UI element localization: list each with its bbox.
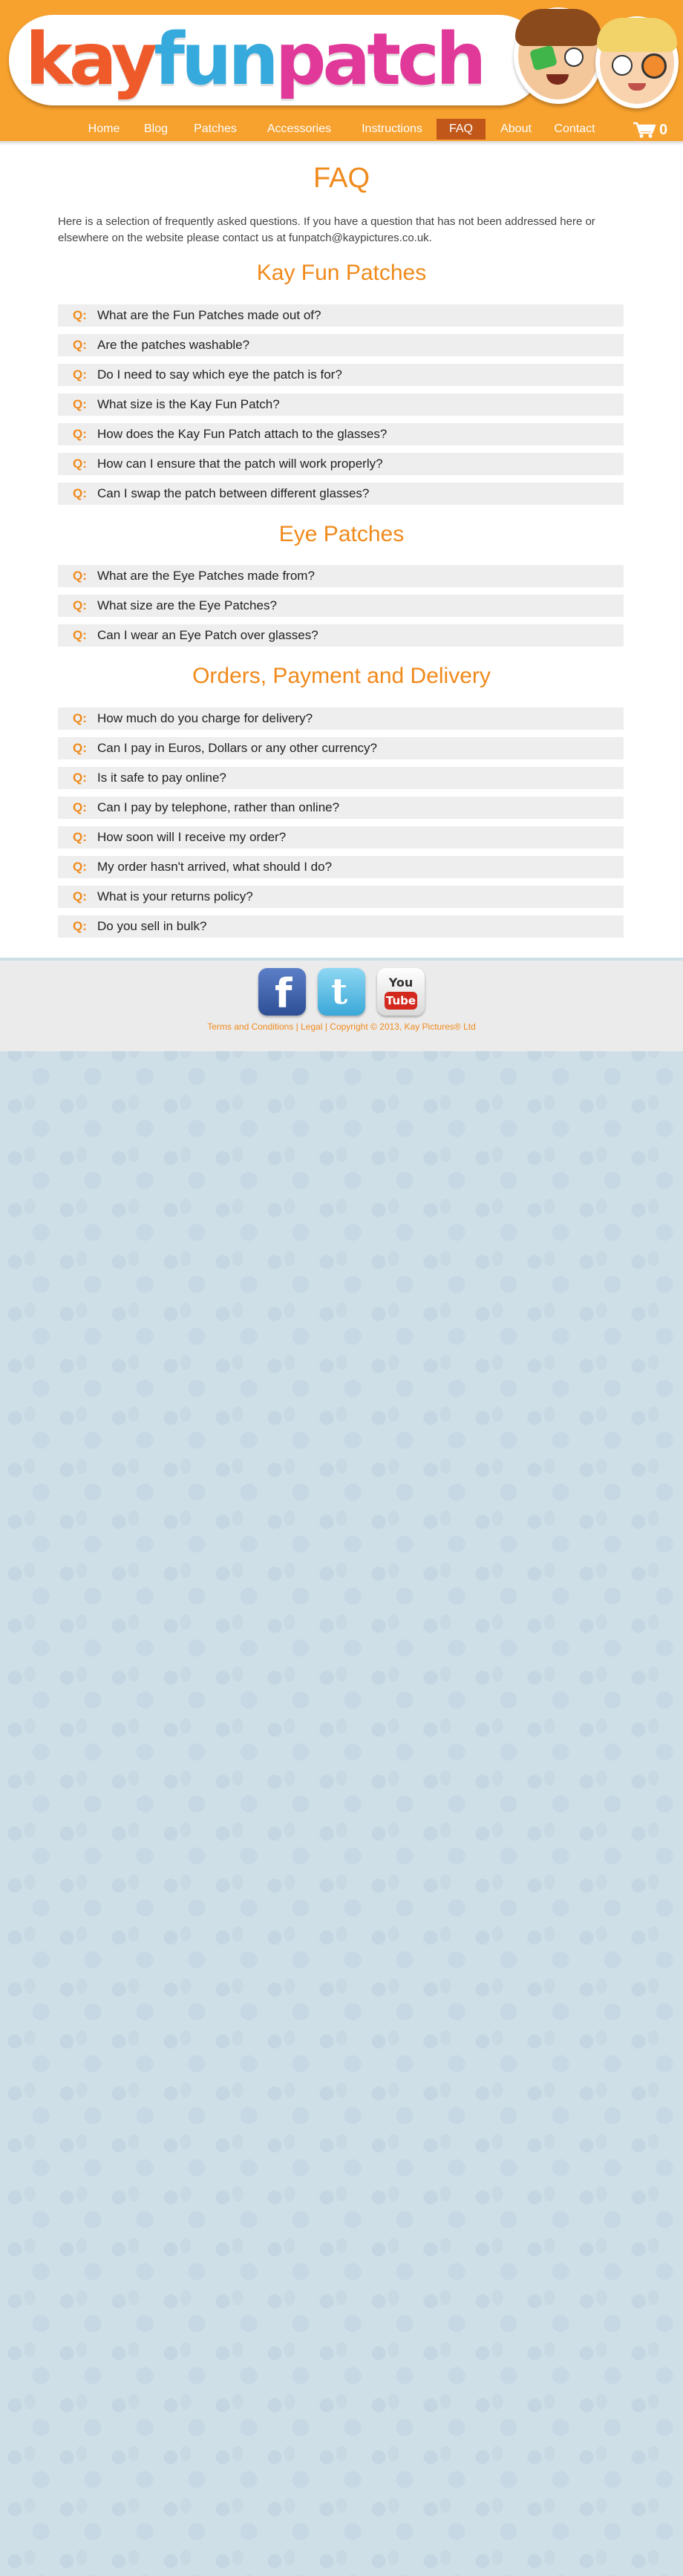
- logo-wordmark: kayfunpatch: [25, 22, 486, 97]
- faq-question: How can I ensure that the patch will wor…: [97, 457, 383, 471]
- faq-question: Can I pay by telephone, rather than onli…: [97, 800, 340, 814]
- facebook-icon: f: [275, 970, 293, 1017]
- faq-item[interactable]: Q: Can I pay in Euros, Dollars or any oth…: [58, 737, 624, 759]
- faq-question: How soon will I receive my order?: [97, 830, 287, 844]
- q-label: Q:: [73, 771, 87, 785]
- q-label: Q:: [73, 427, 87, 441]
- q-label: Q:: [73, 628, 87, 642]
- faq-item[interactable]: Q: Do you sell in bulk?: [58, 915, 624, 938]
- q-label: Q:: [73, 308, 87, 322]
- nav-home[interactable]: Home: [82, 119, 126, 140]
- q-label: Q:: [73, 741, 87, 755]
- faq-question: Do you sell in bulk?: [97, 919, 207, 933]
- faq-content: FAQ Here is a selection of frequently as…: [0, 141, 683, 958]
- faq-question: What are the Fun Patches made out of?: [97, 308, 321, 322]
- faq-item[interactable]: Q: Can I swap the patch between different…: [58, 483, 624, 505]
- site-logo[interactable]: kayfunpatch: [9, 6, 679, 111]
- q-label: Q:: [73, 860, 87, 874]
- header-shadow: [0, 141, 683, 146]
- main-nav: Home Blog Patches Accessories Instructio…: [0, 117, 683, 141]
- q-label: Q:: [73, 397, 87, 411]
- twitter-link[interactable]: t: [318, 968, 365, 1016]
- page-title: FAQ: [313, 163, 370, 194]
- faq-question: How does the Kay Fun Patch attach to the…: [97, 427, 388, 441]
- faq-question: What is your returns policy?: [97, 889, 253, 903]
- cart-count: 0: [659, 122, 668, 138]
- faq-question: My order hasn't arrived, what should I d…: [97, 860, 333, 874]
- nav-contact[interactable]: Contact: [546, 119, 603, 140]
- q-label: Q:: [73, 569, 87, 583]
- youtube-icon: You: [388, 975, 414, 990]
- faq-item[interactable]: Q: What are the Fun Patches made out of?: [58, 304, 624, 327]
- faq-item[interactable]: Q: What size are the Eye Patches?: [58, 595, 624, 617]
- faq-item[interactable]: Q: My order hasn't arrived, what should I…: [58, 856, 624, 878]
- q-label: Q:: [73, 457, 87, 471]
- nav-instructions[interactable]: Instructions: [355, 119, 429, 140]
- faq-question: Can I swap the patch between different g…: [97, 486, 370, 500]
- logo-patch: patch: [275, 18, 487, 101]
- faq-item[interactable]: Q: What are the Eye Patches made from?: [58, 565, 624, 587]
- faq-item[interactable]: Q: Do I need to say which eye the patch i…: [58, 364, 624, 386]
- logo-fun: fun: [154, 18, 278, 101]
- facebook-link[interactable]: f: [258, 968, 306, 1016]
- site-header: kayfunpatch Home Blog Patches Accessorie…: [0, 0, 683, 141]
- terms-link[interactable]: Terms and Conditions: [207, 1021, 293, 1032]
- q-label: Q:: [73, 711, 87, 725]
- faq-question: Can I pay in Euros, Dollars or any other…: [97, 741, 378, 755]
- site-footer: f t You Tube Terms and Conditions | Lega…: [0, 961, 683, 1051]
- faq-question: What size is the Kay Fun Patch?: [97, 397, 280, 411]
- youtube-link[interactable]: You Tube: [377, 968, 425, 1016]
- faq-item[interactable]: Q: Is it safe to pay online?: [58, 767, 624, 789]
- intro-text: Here is a selection of frequently asked …: [58, 215, 595, 244]
- footer-separator: |: [295, 1021, 298, 1032]
- boy-mascot-icon: [514, 7, 603, 104]
- q-label: Q:: [73, 800, 87, 814]
- faq-item[interactable]: Q: What size is the Kay Fun Patch?: [58, 393, 624, 416]
- logo-kay: kay: [25, 18, 157, 101]
- faq-item[interactable]: Q: Can I pay by telephone, rather than on…: [58, 797, 624, 819]
- faq-question: How much do you charge for delivery?: [97, 711, 313, 725]
- girl-mascot-icon: [595, 16, 679, 108]
- q-label: Q:: [73, 919, 87, 933]
- q-label: Q:: [73, 830, 87, 844]
- shopping-cart-icon: [633, 122, 656, 138]
- q-label: Q:: [73, 486, 87, 500]
- nav-faq[interactable]: FAQ: [437, 119, 486, 140]
- q-label: Q:: [73, 367, 87, 382]
- copyright-text: Copyright © 2013, Kay Pictures® Ltd: [330, 1021, 476, 1032]
- faq-question: Are the patches washable?: [97, 338, 250, 352]
- faq-question: Do I need to say which eye the patch is …: [97, 367, 342, 382]
- nav-about[interactable]: About: [493, 119, 539, 140]
- faq-item[interactable]: Q: Are the patches washable?: [58, 334, 624, 356]
- legal-link[interactable]: Legal: [301, 1021, 322, 1032]
- nav-blog[interactable]: Blog: [134, 119, 178, 140]
- q-label: Q:: [73, 598, 87, 612]
- faq-question: Can I wear an Eye Patch over glasses?: [97, 628, 318, 642]
- nav-patches[interactable]: Patches: [186, 119, 245, 140]
- faq-item[interactable]: Q: How soon will I receive my order?: [58, 826, 624, 849]
- footer-separator: |: [324, 1021, 327, 1032]
- faq-question: Is it safe to pay online?: [97, 771, 226, 785]
- footer-links: Terms and Conditions | Legal | Copyright…: [0, 1021, 683, 1032]
- section-heading-eye-patches: Eye Patches: [278, 522, 405, 546]
- faq-item[interactable]: Q: How does the Kay Fun Patch attach to t…: [58, 423, 624, 445]
- faq-item[interactable]: Q: How can I ensure that the patch will w…: [58, 453, 624, 475]
- section-heading-fun-patches: Kay Fun Patches: [256, 261, 427, 285]
- twitter-icon: t: [331, 971, 348, 1013]
- faq-item[interactable]: Q: How much do you charge for delivery?: [58, 707, 624, 730]
- q-label: Q:: [73, 889, 87, 903]
- youtube-icon-tube: Tube: [385, 992, 417, 1010]
- section-heading-orders: Orders, Payment and Delivery: [192, 664, 491, 688]
- nav-accessories[interactable]: Accessories: [260, 119, 339, 140]
- faq-item[interactable]: Q: Can I wear an Eye Patch over glasses?: [58, 624, 624, 647]
- faq-item[interactable]: Q: What is your returns policy?: [58, 886, 624, 908]
- q-label: Q:: [73, 338, 87, 352]
- faq-question: What are the Eye Patches made from?: [97, 569, 315, 583]
- faq-question: What size are the Eye Patches?: [97, 598, 277, 612]
